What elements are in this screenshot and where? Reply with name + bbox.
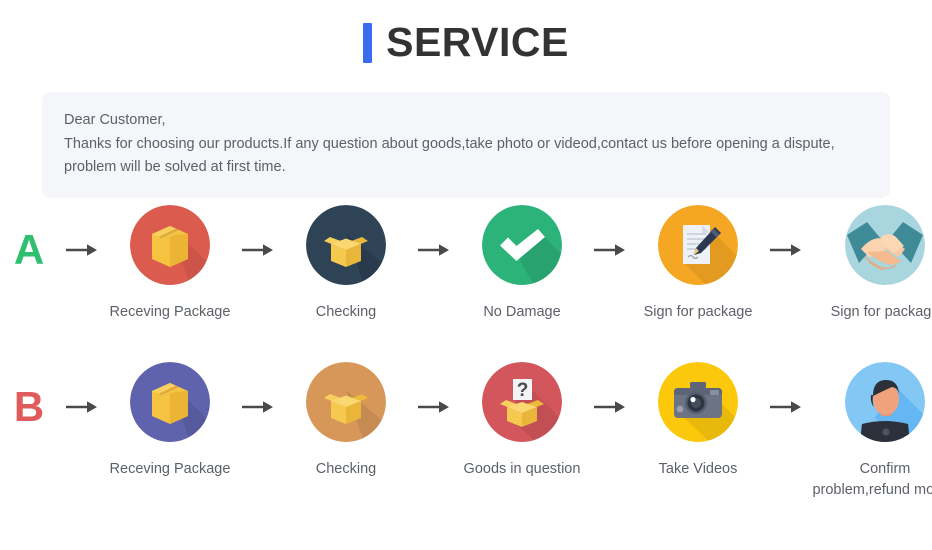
arrow-right-icon xyxy=(58,362,106,415)
person-avatar-icon xyxy=(845,362,925,442)
closed-box-icon xyxy=(130,205,210,285)
svg-text:?: ? xyxy=(517,380,529,401)
letter-a: A xyxy=(13,226,45,273)
document-pen-icon xyxy=(658,205,738,285)
flow-step: Checking xyxy=(282,362,410,480)
flow-step: ? Goods in question xyxy=(458,362,586,480)
flow-step-label: Checking xyxy=(315,461,377,477)
flow-row-b: B Receving Package Checking ? Goods in q… xyxy=(0,362,932,512)
notice-line-2: Thanks for choosing our products.If any … xyxy=(64,135,835,152)
camera-icon xyxy=(658,362,738,442)
arrow-right-icon xyxy=(586,362,634,415)
handshake-icon xyxy=(845,205,925,285)
flow-row-a: A Receving Package Checking No Damage Si… xyxy=(0,205,932,355)
flow-step-label: Receving Package xyxy=(109,461,231,477)
page-title: SERVICE xyxy=(0,22,932,63)
flow-step-label: Confirm problem,refund money xyxy=(812,461,932,498)
title-text: SERVICE xyxy=(386,19,569,65)
open-box-icon xyxy=(306,362,386,442)
title-accent-bar xyxy=(363,22,373,63)
arrow-right-icon xyxy=(58,205,106,258)
notice-line-1: Dear Customer, xyxy=(64,112,166,128)
flow-a-letter: A xyxy=(0,205,58,271)
flow-step: Confirm problem,refund money xyxy=(810,362,932,501)
open-box-icon xyxy=(306,205,386,285)
arrow-right-icon xyxy=(762,205,810,258)
question-box-icon: ? xyxy=(482,362,562,442)
flow-step: Sign for package xyxy=(634,205,762,323)
flow-step: Checking xyxy=(282,205,410,323)
flow-step-label: Sign for package xyxy=(830,304,932,320)
letter-b: B xyxy=(13,383,45,430)
flow-step-label: Checking xyxy=(315,304,377,320)
arrow-right-icon xyxy=(234,362,282,415)
flow-step: Receving Package xyxy=(106,205,234,323)
arrow-right-icon xyxy=(234,205,282,258)
arrow-right-icon xyxy=(410,205,458,258)
check-mark-icon xyxy=(482,205,562,285)
flow-step: Take Videos xyxy=(634,362,762,480)
flow-b-letter: B xyxy=(0,362,58,428)
closed-box-icon xyxy=(130,362,210,442)
flow-step-label: Goods in question xyxy=(463,461,581,477)
customer-notice: Dear Customer, Thanks for choosing our p… xyxy=(42,92,890,198)
arrow-right-icon xyxy=(586,205,634,258)
flow-step-label: Receving Package xyxy=(109,304,231,320)
flow-step-label: Sign for package xyxy=(643,304,753,320)
flow-step-label: Take Videos xyxy=(658,461,738,477)
flow-step: Receving Package xyxy=(106,362,234,480)
service-infographic: SERVICE Dear Customer, Thanks for choosi… xyxy=(0,0,932,550)
arrow-right-icon xyxy=(762,362,810,415)
notice-line-3: problem will be solved at first time. xyxy=(64,159,286,175)
flow-step-label: No Damage xyxy=(483,304,561,320)
arrow-right-icon xyxy=(410,362,458,415)
flow-step: Sign for package xyxy=(810,205,932,323)
flow-step: No Damage xyxy=(458,205,586,323)
